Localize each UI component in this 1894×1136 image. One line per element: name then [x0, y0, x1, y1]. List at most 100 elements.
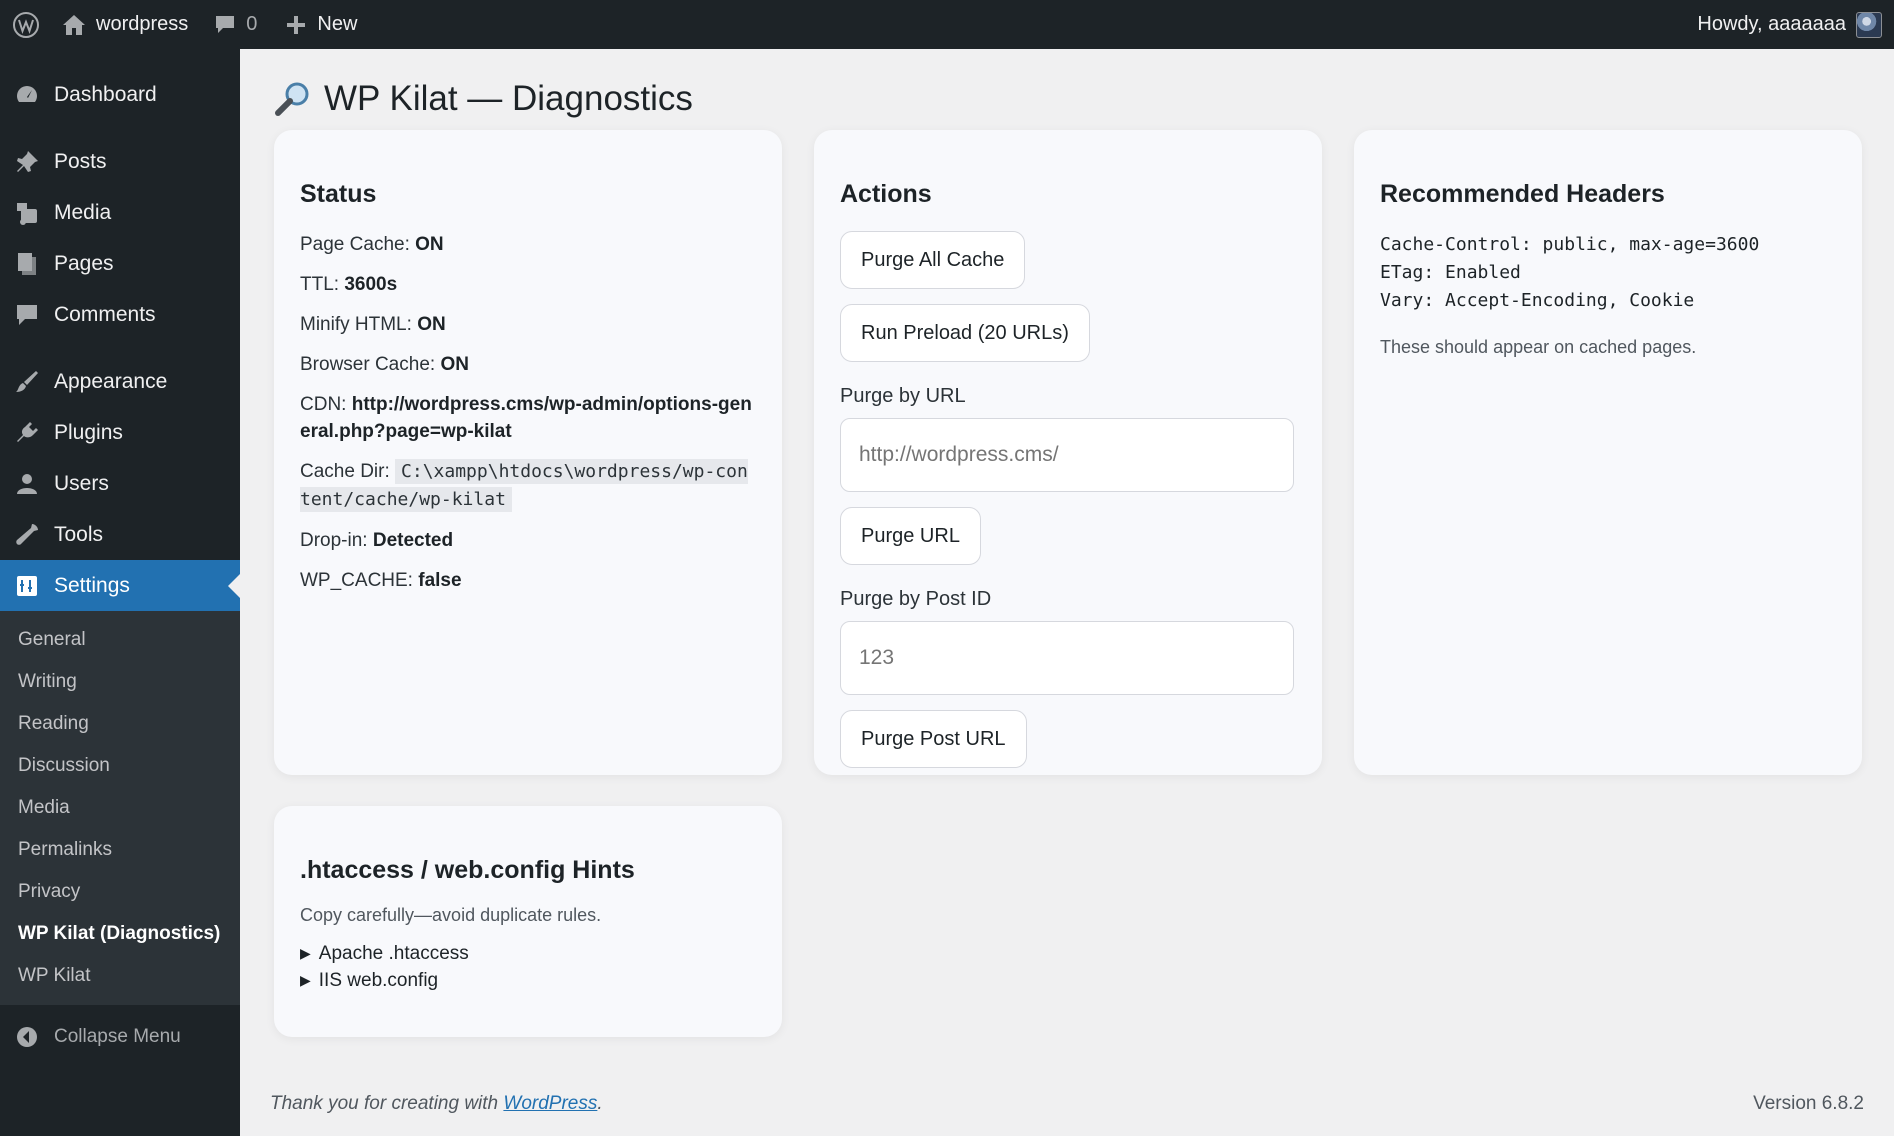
purge-url-button[interactable]: Purge URL [840, 507, 981, 565]
sidebar-item-label: Settings [54, 573, 130, 597]
status-browser-cache: Browser Cache: ON [300, 351, 756, 378]
sidebar-item-label: Comments [54, 302, 156, 326]
sidebar-item-label: Dashboard [54, 82, 157, 106]
submenu-item-privacy[interactable]: Privacy [0, 871, 240, 913]
sidebar-item-label: Pages [54, 251, 114, 275]
status-wp-cache: WP_CACHE: false [300, 567, 756, 594]
headers-card: Recommended Headers Cache-Control: publi… [1354, 130, 1862, 775]
details-iis-webconfig[interactable]: ▶ IIS web.config [300, 967, 756, 994]
page-title-text: WP Kilat — Diagnostics [324, 79, 693, 118]
status-label: Browser Cache: [300, 354, 436, 375]
comments-link[interactable]: 0 [204, 0, 267, 49]
status-cdn: CDN: http://wordpress.cms/wp-admin/optio… [300, 391, 756, 445]
dashboard-icon [17, 85, 37, 102]
sidebar-item-pages[interactable]: Pages [0, 238, 240, 289]
disclosure-triangle-icon: ▶ [300, 945, 311, 961]
sidebar-item-label: Appearance [54, 369, 168, 393]
status-label: Drop-in: [300, 530, 368, 551]
submenu-item-reading[interactable]: Reading [0, 703, 240, 745]
submenu-item-wp-kilat-diagnostics[interactable]: WP Kilat (Diagnostics) [0, 913, 240, 955]
settings-icon [17, 575, 37, 596]
comment-bubble-icon [216, 15, 235, 33]
sidebar-item-posts[interactable]: Posts [0, 136, 240, 187]
details-summary: IIS web.config [318, 969, 439, 991]
sidebar-item-comments[interactable]: Comments [0, 289, 240, 340]
headers-note: These should appear on cached pages. [1380, 337, 1697, 357]
purge-by-post-id-label: Purge by Post ID [840, 588, 992, 610]
sidebar-item-label: Users [54, 471, 109, 495]
hints-card: .htaccess / web.config Hints Copy carefu… [274, 806, 782, 1037]
header-line: Vary: Accept-Encoding, Cookie [1380, 290, 1695, 311]
run-preload-button[interactable]: Run Preload (20 URLs) [840, 304, 1090, 362]
footer-thanks: Thank you for creating with WordPress. [270, 1093, 603, 1114]
status-label: Minify HTML: [300, 314, 412, 335]
status-value: false [418, 570, 462, 591]
avatar [1856, 11, 1882, 38]
details-apache-htaccess[interactable]: ▶ Apache .htaccess [300, 940, 756, 967]
header-line: ETag: Enabled [1380, 262, 1521, 283]
status-label: TTL: [300, 274, 340, 295]
footer-version: Version 6.8.2 [1753, 1093, 1864, 1114]
status-value: Detected [372, 530, 454, 551]
status-value: ON [417, 314, 446, 335]
sidebar-item-label: Posts [54, 149, 107, 173]
purge-all-cache-button[interactable]: Purge All Cache [840, 231, 1026, 289]
sidebar-item-label: Media [54, 200, 112, 224]
collapse-menu-label: Collapse Menu [54, 1025, 181, 1047]
status-ttl: TTL: 3600s [300, 271, 756, 298]
disclosure-triangle-icon: ▶ [300, 972, 311, 988]
pin-icon [17, 150, 38, 172]
headers-heading: Recommended Headers [1380, 180, 1665, 208]
main-content: WP Kilat — Diagnostics Status Page Cache… [240, 49, 1894, 1136]
hints-heading: .htaccess / web.config Hints [300, 856, 635, 884]
status-value: ON [415, 234, 444, 255]
sidebar-item-tools[interactable]: Tools [0, 509, 240, 560]
status-value: ON [440, 354, 469, 375]
wordpress-link[interactable]: WordPress [503, 1093, 597, 1114]
footer-thanks-text: Thank you for creating with [270, 1093, 499, 1114]
status-label: CDN: [300, 394, 347, 415]
status-card: Status Page Cache: ON TTL: 3600s Minify … [274, 130, 782, 775]
actions-heading: Actions [840, 180, 932, 208]
user-icon [17, 473, 37, 494]
new-label: New [317, 13, 358, 35]
home-icon [63, 14, 85, 35]
sidebar-item-settings[interactable]: Settings [0, 560, 240, 611]
status-minify: Minify HTML: ON [300, 311, 756, 338]
status-label: Page Cache: [300, 234, 410, 255]
wordpress-logo-icon[interactable] [0, 0, 52, 49]
hints-note: Copy carefully—avoid duplicate rules. [300, 905, 602, 925]
submenu-item-general[interactable]: General [0, 619, 240, 661]
submenu-item-media[interactable]: Media [0, 787, 240, 829]
header-line: Cache-Control: public, max-age=3600 [1380, 234, 1760, 255]
sidebar-item-users[interactable]: Users [0, 458, 240, 509]
sidebar-item-plugins[interactable]: Plugins [0, 407, 240, 458]
admin-sidebar: Dashboard Posts Media Pages Comments App… [0, 49, 240, 1136]
submenu-item-discussion[interactable]: Discussion [0, 745, 240, 787]
sidebar-item-dashboard[interactable]: Dashboard [0, 69, 240, 120]
site-name-link[interactable]: wordpress [52, 0, 198, 49]
purge-url-input[interactable] [840, 418, 1294, 492]
sidebar-item-media[interactable]: Media [0, 187, 240, 238]
status-page-cache: Page Cache: ON [300, 231, 756, 258]
my-account-link[interactable]: Howdy, aaaaaaa [1687, 0, 1894, 49]
pages-icon [18, 252, 36, 275]
purge-post-id-input[interactable] [840, 621, 1294, 695]
sidebar-item-label: Plugins [54, 420, 123, 444]
status-heading: Status [300, 180, 377, 208]
collapse-menu-button[interactable]: Collapse Menu [0, 1011, 240, 1062]
submenu-item-wp-kilat[interactable]: WP Kilat [0, 955, 240, 997]
purge-by-url-label: Purge by URL [840, 385, 966, 407]
admin-footer: Thank you for creating with WordPress. V… [270, 1093, 1864, 1115]
actions-card: Actions Purge All Cache Run Preload (20 … [814, 130, 1322, 775]
sidebar-item-appearance[interactable]: Appearance [0, 356, 240, 407]
submenu-item-permalinks[interactable]: Permalinks [0, 829, 240, 871]
new-content-link[interactable]: New [275, 0, 367, 49]
howdy-text: Howdy, aaaaaaa [1697, 13, 1846, 35]
status-dropin: Drop-in: Detected [300, 527, 756, 554]
purge-post-url-button[interactable]: Purge Post URL [840, 710, 1027, 768]
collapse-arrow-icon [17, 1026, 37, 1047]
submenu-item-writing[interactable]: Writing [0, 661, 240, 703]
status-value: http://wordpress.cms/wp-admin/options-ge… [300, 394, 752, 442]
status-label: Cache Dir: [300, 461, 390, 482]
